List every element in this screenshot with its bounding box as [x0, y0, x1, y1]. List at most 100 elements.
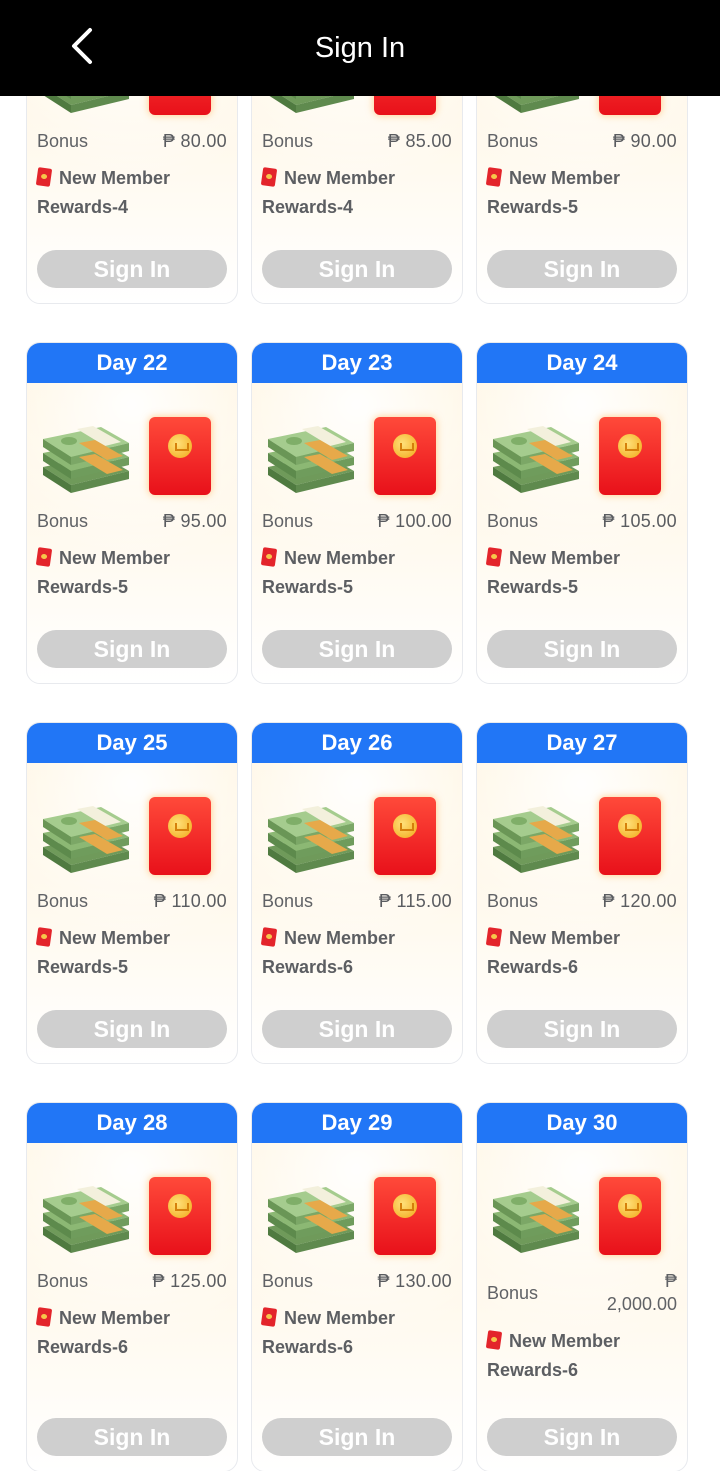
reward-images [252, 1143, 462, 1255]
page-title: Sign In [314, 31, 406, 64]
bonus-label: Bonus [37, 511, 89, 531]
rewards-scroll-area[interactable]: Day 19 Bonus ₱ 80.00 New Member Rewards-… [0, 96, 720, 1471]
sign-in-button[interactable]: Sign In [37, 630, 227, 668]
currency-symbol: ₱ [153, 891, 167, 911]
reward-images [27, 763, 237, 875]
reward-text: New Member Rewards-5 [485, 544, 677, 602]
reward-label: New Member Rewards-5 [37, 548, 171, 597]
sign-in-button[interactable]: Sign In [487, 1418, 677, 1456]
sign-in-button[interactable]: Sign In [487, 250, 677, 288]
bonus-amount: ₱ 130.00 [378, 1271, 452, 1292]
red-packet-icon [35, 547, 53, 567]
reward-text: New Member Rewards-5 [485, 164, 677, 222]
day-card-grid: Day 19 Bonus ₱ 80.00 New Member Rewards-… [26, 96, 688, 1471]
bonus-value: 95.00 [180, 511, 227, 531]
reward-text: New Member Rewards-4 [260, 164, 452, 222]
red-packet-icon [260, 927, 278, 947]
currency-symbol: ₱ [377, 511, 390, 531]
bonus-row: Bonus ₱ 90.00 [487, 131, 677, 152]
currency-symbol: ₱ [152, 1271, 165, 1291]
bonus-amount: ₱ 85.00 [388, 131, 452, 152]
envelope-seal-icon [168, 1194, 192, 1218]
red-packet-icon [485, 547, 503, 567]
sign-in-button[interactable]: Sign In [37, 1418, 227, 1456]
day-card: Day 27 Bonus ₱ 120.00 New Member Rewards… [476, 722, 688, 1064]
day-card: Day 19 Bonus ₱ 80.00 New Member Rewards-… [26, 96, 238, 304]
reward-text: New Member Rewards-6 [485, 924, 677, 982]
day-label: Day 22 [27, 343, 237, 383]
bonus-row: Bonus ₱ 100.00 [262, 511, 452, 532]
reward-text: New Member Rewards-6 [485, 1327, 677, 1385]
envelope-seal-icon [393, 814, 417, 838]
day-label: Day 25 [27, 723, 237, 763]
bonus-amount: ₱ 90.00 [613, 131, 677, 152]
bonus-amount: ₱ 125.00 [153, 1271, 227, 1292]
red-packet-icon [35, 1307, 53, 1327]
bonus-row: Bonus ₱ 2,000.00 [487, 1271, 677, 1315]
reward-label: New Member Rewards-4 [262, 168, 396, 217]
bonus-row: Bonus ₱ 115.00 [262, 891, 452, 912]
sign-in-button[interactable]: Sign In [487, 1010, 677, 1048]
envelope-seal-icon [618, 434, 642, 458]
reward-label: New Member Rewards-6 [262, 928, 396, 977]
bonus-row: Bonus ₱ 120.00 [487, 891, 677, 912]
currency-symbol: ₱ [602, 511, 615, 531]
sign-in-button[interactable]: Sign In [262, 1010, 452, 1048]
reward-label: New Member Rewards-6 [487, 1331, 621, 1380]
sign-in-button[interactable]: Sign In [262, 630, 452, 668]
currency-symbol: ₱ [664, 1271, 677, 1291]
day-card: Day 30 Bonus ₱ 2,000.00 New Member Rewar… [476, 1102, 688, 1471]
bonus-value: 125.00 [170, 1271, 227, 1291]
sign-in-button[interactable]: Sign In [487, 630, 677, 668]
back-arrow-icon[interactable] [62, 24, 106, 68]
reward-images [477, 383, 687, 495]
bonus-label: Bonus [262, 131, 314, 151]
reward-text: New Member Rewards-4 [35, 164, 227, 222]
sign-in-button[interactable]: Sign In [262, 1418, 452, 1456]
bonus-row: Bonus ₱ 125.00 [37, 1271, 227, 1292]
bonus-label: Bonus [487, 891, 539, 911]
reward-text: New Member Rewards-5 [260, 544, 452, 602]
bonus-amount: ₱ 100.00 [378, 511, 452, 532]
reward-text: New Member Rewards-6 [260, 1304, 452, 1362]
reward-label: New Member Rewards-6 [37, 1308, 171, 1357]
reward-text: New Member Rewards-6 [35, 1304, 227, 1362]
bonus-value: 80.00 [180, 131, 227, 151]
bonus-amount: ₱ 120.00 [603, 891, 677, 912]
sign-in-button[interactable]: Sign In [37, 1010, 227, 1048]
envelope-seal-icon [168, 814, 192, 838]
bonus-value: 115.00 [396, 891, 452, 911]
bonus-amount: ₱ 80.00 [163, 131, 227, 152]
red-packet-icon [35, 167, 53, 187]
bonus-row: Bonus ₱ 105.00 [487, 511, 677, 532]
bonus-value: 90.00 [630, 131, 677, 151]
bonus-value: 120.00 [620, 891, 677, 911]
reward-label: New Member Rewards-5 [487, 548, 621, 597]
bonus-label: Bonus [487, 511, 539, 531]
bonus-amount: ₱ 105.00 [603, 511, 677, 532]
currency-symbol: ₱ [162, 511, 176, 531]
bonus-amount: ₱ 95.00 [163, 511, 227, 532]
currency-symbol: ₱ [377, 1271, 390, 1291]
bonus-value: 100.00 [395, 511, 452, 531]
bonus-amount: ₱ 110.00 [154, 891, 227, 912]
day-card: Day 26 Bonus ₱ 115.00 New Member Rewards… [251, 722, 463, 1064]
reward-text: New Member Rewards-5 [35, 544, 227, 602]
red-packet-icon [260, 1307, 278, 1327]
day-label: Day 30 [477, 1103, 687, 1143]
sign-in-button[interactable]: Sign In [37, 250, 227, 288]
bonus-row: Bonus ₱ 95.00 [37, 511, 227, 532]
bonus-amount: ₱ 115.00 [379, 891, 452, 912]
bonus-label: Bonus [487, 1282, 539, 1303]
top-bar: Sign In [0, 0, 720, 96]
day-card: Day 25 Bonus ₱ 110.00 New Member Rewards… [26, 722, 238, 1064]
envelope-seal-icon [393, 1194, 417, 1218]
bonus-label: Bonus [262, 511, 314, 531]
sign-in-button[interactable]: Sign In [262, 250, 452, 288]
day-card: Day 20 Bonus ₱ 85.00 New Member Rewards-… [251, 96, 463, 304]
day-card: Day 21 Bonus ₱ 90.00 New Member Rewards-… [476, 96, 688, 304]
reward-label: New Member Rewards-4 [37, 168, 171, 217]
reward-label: New Member Rewards-6 [487, 928, 621, 977]
day-label: Day 28 [27, 1103, 237, 1143]
day-card: Day 29 Bonus ₱ 130.00 New Member Rewards… [251, 1102, 463, 1471]
